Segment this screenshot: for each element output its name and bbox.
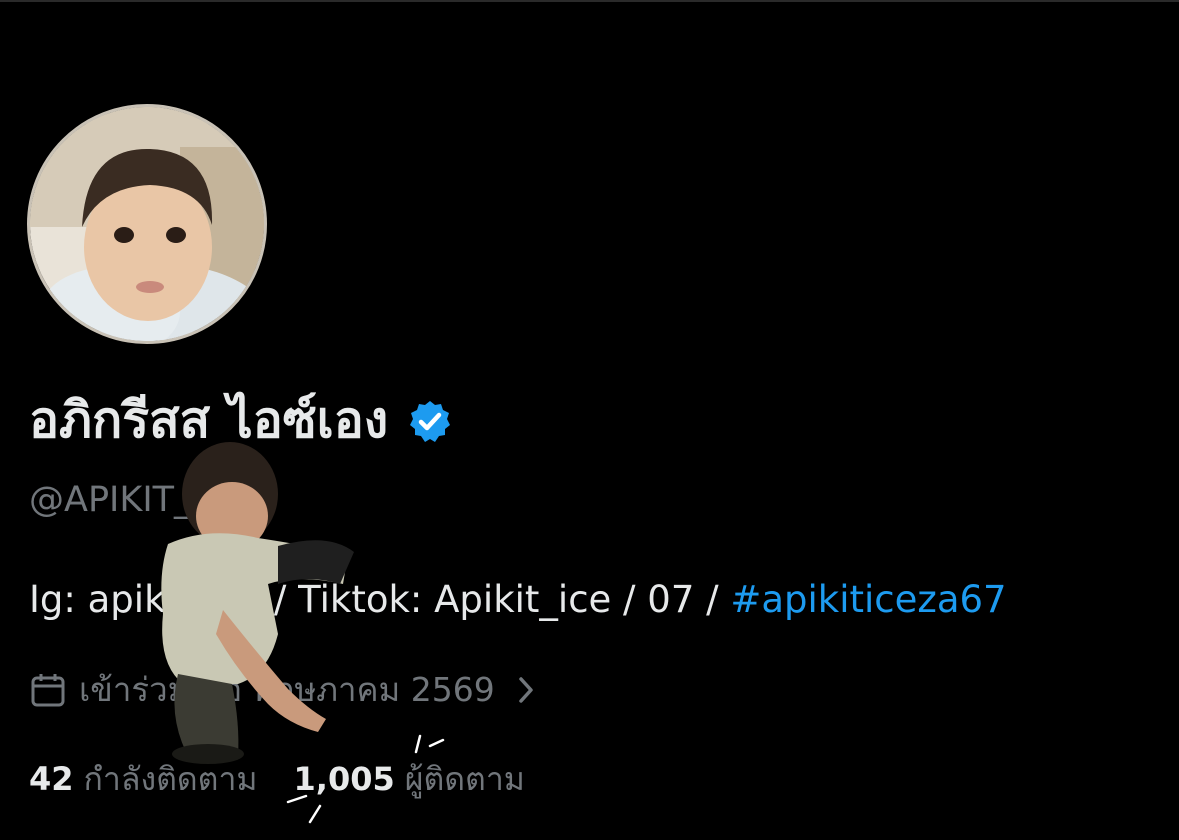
calendar-icon — [31, 673, 65, 706]
chevron-right-icon — [519, 676, 533, 703]
verified-check-icon[interactable] — [406, 398, 454, 446]
avatar-photo — [30, 107, 264, 341]
boy-sticker-image — [161, 442, 354, 764]
following-count: 42 — [29, 760, 74, 798]
bio-hashtag-link[interactable]: #apikiticeza67 — [730, 578, 1006, 621]
following-label: กำลังติดตาม — [83, 760, 258, 798]
profile-page: อภิกรีสส ไอซ์เอง @APIKIT_ICE Ig: apikit_… — [0, 0, 1179, 840]
avatar[interactable] — [27, 104, 267, 344]
